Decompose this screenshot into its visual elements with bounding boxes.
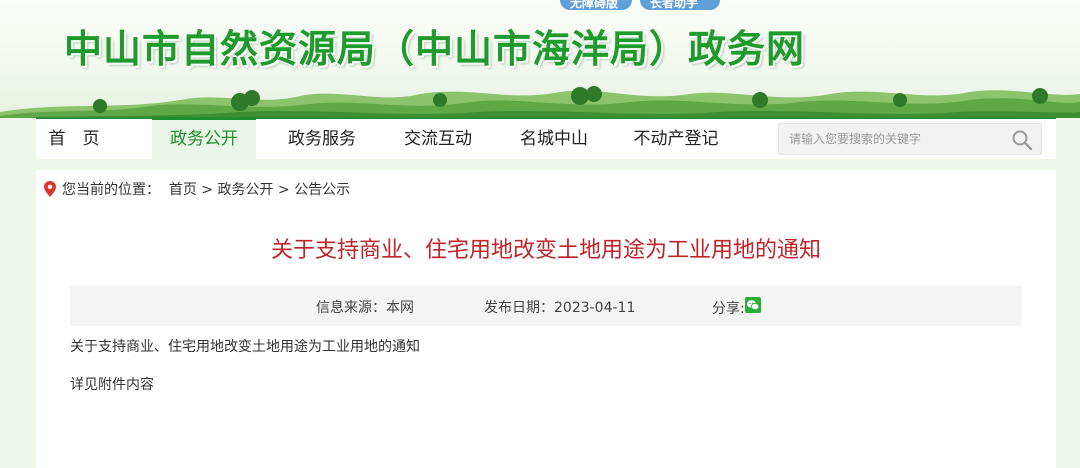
main-nav: 首 页 政务公开 政务服务 交流互动 名城中山 不动产登记 [36, 117, 1056, 161]
breadcrumb-announcements[interactable]: 公告公示 [294, 182, 350, 198]
nav-item-real-estate-registration[interactable]: 不动产登记 [616, 119, 736, 159]
breadcrumb-separator: > [196, 182, 218, 198]
breadcrumb-home[interactable]: 首页 [169, 182, 197, 198]
article-paragraph: 关于支持商业、住宅用地改变土地用途为工业用地的通知 [70, 339, 420, 355]
breadcrumb-separator: > [273, 182, 295, 198]
search-icon[interactable] [1011, 129, 1033, 151]
site-title: 中山市自然资源局（中山市海洋局）政务网 [64, 27, 806, 71]
nav-item-government-affairs-open[interactable]: 政务公开 [152, 117, 256, 161]
nav-item-interaction[interactable]: 交流互动 [386, 119, 490, 159]
breadcrumb-government-affairs-open[interactable]: 政务公开 [218, 182, 274, 198]
location-pin-icon [44, 181, 56, 197]
breadcrumb: 您当前的位置： 首页 > 政务公开 > 公告公示 [44, 179, 350, 199]
tree-line-decoration [0, 86, 1080, 118]
site-header: 无障碍版 长者助手 中山市自然资源局（中山市海洋局）政务网 [0, 0, 1080, 118]
breadcrumb-prefix: 您当前的位置： [62, 182, 160, 198]
share-area: 分享: [712, 297, 761, 318]
search-box [778, 123, 1042, 155]
content-panel: 您当前的位置： 首页 > 政务公开 > 公告公示 关于支持商业、住宅用地改变土地… [36, 170, 1056, 468]
nav-item-government-services[interactable]: 政务服务 [270, 119, 374, 159]
article-title: 关于支持商业、住宅用地改变土地用途为工业用地的通知 [270, 238, 821, 263]
accessibility-link[interactable]: 无障碍版 [560, 0, 632, 10]
article-meta-bar: 信息来源：本网 发布日期：2023-04-11 分享: [70, 286, 1022, 326]
info-source: 信息来源：本网 [316, 300, 414, 316]
nav-item-home[interactable]: 首 页 [36, 119, 112, 159]
elderly-assistant-link[interactable]: 长者助手 [640, 0, 720, 10]
wechat-share-icon[interactable] [744, 297, 761, 313]
search-input[interactable] [779, 124, 999, 154]
publish-date: 发布日期：2023-04-11 [484, 300, 636, 316]
share-label: 分享: [712, 301, 745, 317]
nav-item-famous-city-zhongshan[interactable]: 名城中山 [502, 119, 606, 159]
article-paragraph: 详见附件内容 [70, 377, 154, 393]
